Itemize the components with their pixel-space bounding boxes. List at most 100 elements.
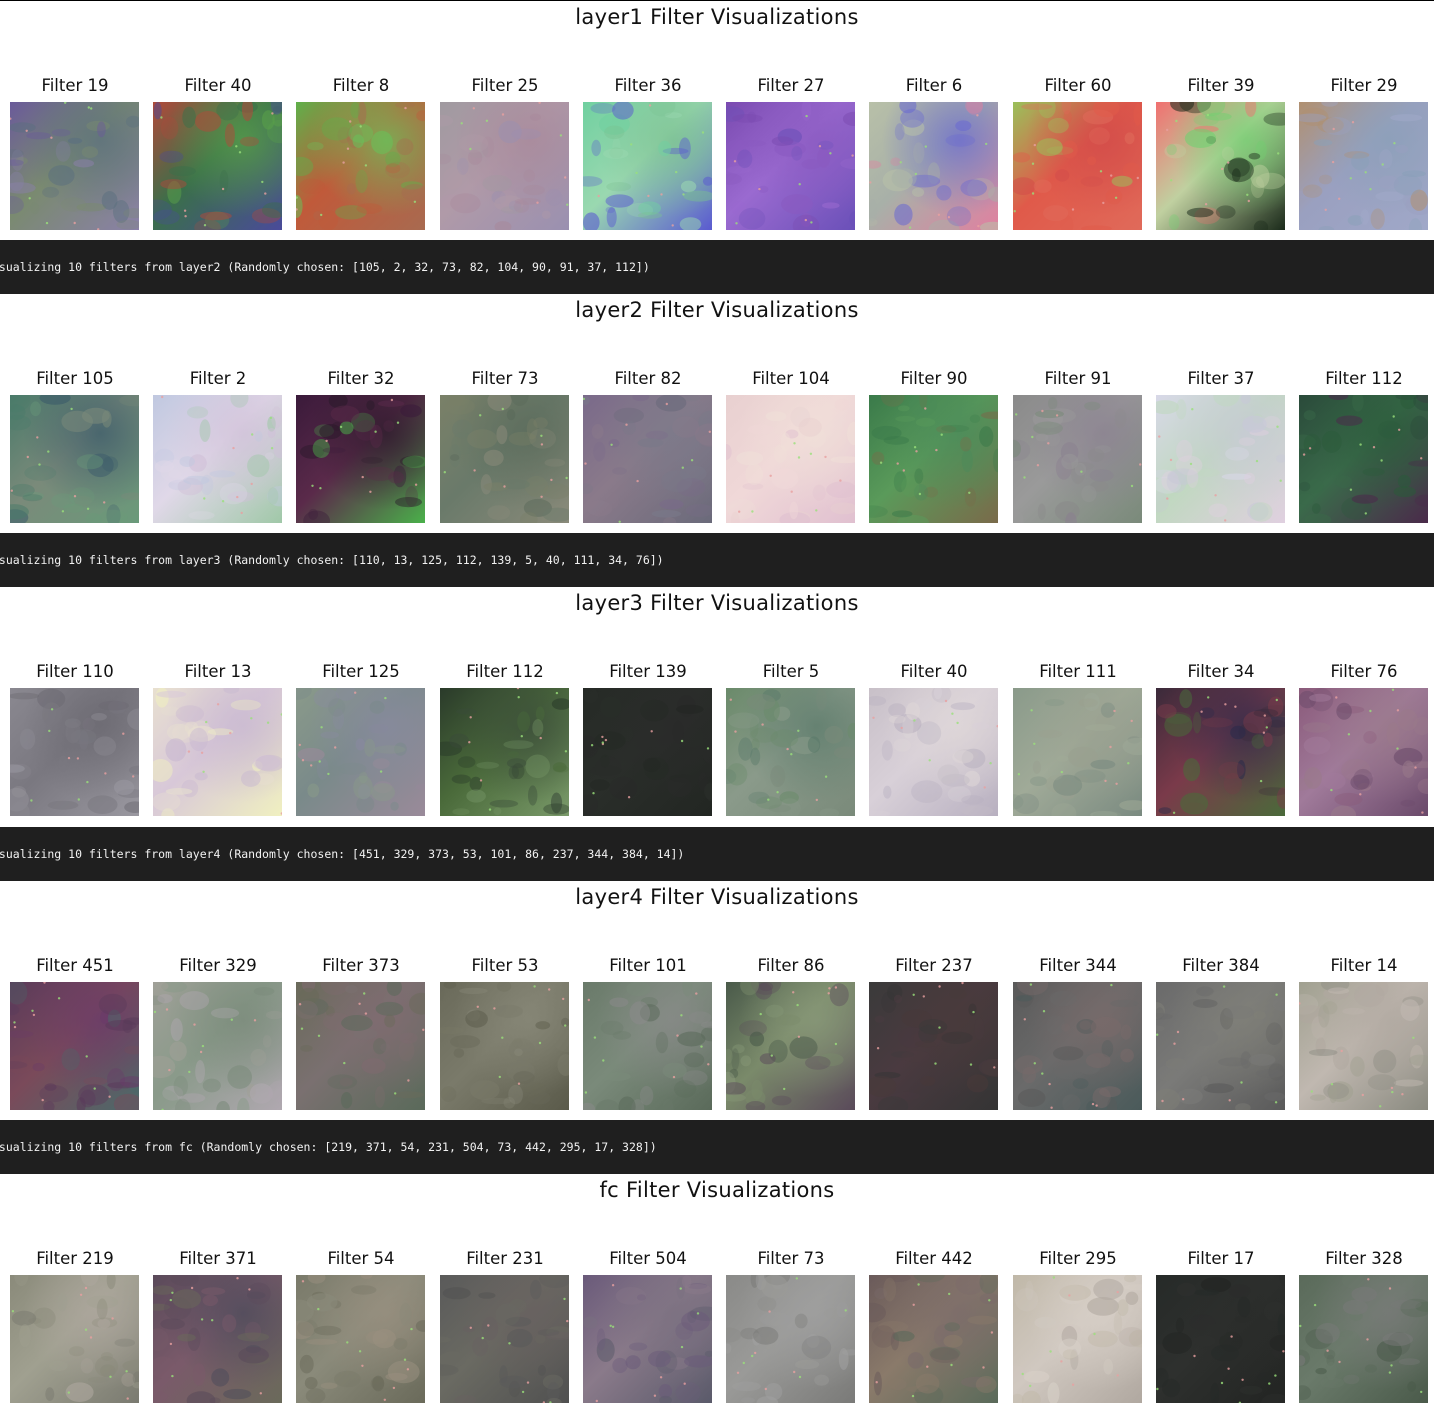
filter-tile: Filter 112 [1299, 367, 1429, 523]
filter-label: Filter 37 [1187, 369, 1255, 388]
filter-visualization-image [869, 982, 998, 1110]
filter-visualization-image [869, 1275, 998, 1403]
filter-tile: Filter 54 [296, 1247, 426, 1403]
filter-visualization-image [1299, 395, 1428, 523]
filter-label: Filter 139 [609, 662, 687, 681]
console-log-text: isualizing 10 filters from layer4 (Rando… [0, 847, 685, 861]
console-log-line: isualizing 10 filters from layer3 (Rando… [0, 533, 1434, 587]
console-log-line: isualizing 10 filters from layer4 (Rando… [0, 827, 1434, 881]
filter-label: Filter 231 [466, 1249, 544, 1268]
filter-label: Filter 32 [327, 369, 395, 388]
filter-tile: Filter 384 [1156, 954, 1286, 1110]
filter-tile: Filter 53 [440, 954, 570, 1110]
filter-label: Filter 34 [1187, 662, 1255, 681]
figure-title: layer2 Filter Visualizations [575, 298, 859, 322]
filter-figure: layer1 Filter Visualizations Filter 19 Fil… [0, 0, 1434, 240]
filter-label: Filter 60 [1044, 76, 1112, 95]
filter-visualization-image [10, 1275, 139, 1403]
console-log-text: isualizing 10 filters from layer3 (Rando… [0, 553, 664, 567]
filter-visualization-image [153, 688, 282, 816]
filter-label: Filter 17 [1187, 1249, 1255, 1268]
filter-label: Filter 19 [41, 76, 109, 95]
figure-title: layer3 Filter Visualizations [575, 591, 859, 615]
filter-label: Filter 451 [36, 956, 114, 975]
filter-visualization-image [726, 102, 855, 230]
filter-label: Filter 112 [1325, 369, 1403, 388]
filter-visualization-image [296, 1275, 425, 1403]
filter-tile: Filter 231 [440, 1247, 570, 1403]
filter-visualization-image [583, 1275, 712, 1403]
filter-tile: Filter 105 [10, 367, 140, 523]
filter-visualization-image [583, 688, 712, 816]
filter-tile: Filter 442 [869, 1247, 999, 1403]
filter-tile: Filter 8 [296, 74, 426, 230]
filter-figure: layer4 Filter Visualizations Filter 451 Fi… [0, 880, 1434, 1120]
console-log-line: isualizing 10 filters from fc (Randomly … [0, 1120, 1434, 1174]
filter-label: Filter 295 [1039, 1249, 1117, 1268]
filter-visualization-image [296, 688, 425, 816]
filter-label: Filter 371 [179, 1249, 257, 1268]
filter-label: Filter 110 [36, 662, 114, 681]
filter-tile: Filter 27 [726, 74, 856, 230]
filter-visualization-image [869, 102, 998, 230]
filter-visualization-image [1013, 982, 1142, 1110]
figure-title: fc Filter Visualizations [599, 1178, 835, 1202]
filter-label: Filter 27 [757, 76, 825, 95]
filter-tile: Filter 34 [1156, 660, 1286, 816]
filter-visualization-image [1013, 102, 1142, 230]
filter-tile: Filter 36 [583, 74, 713, 230]
filter-visualization-image [10, 688, 139, 816]
filter-visualization-image [1156, 102, 1285, 230]
filter-tile: Filter 13 [153, 660, 283, 816]
filter-visualization-image [296, 102, 425, 230]
filter-tile: Filter 5 [726, 660, 856, 816]
filter-visualization-image [1013, 688, 1142, 816]
filter-tile: Filter 25 [440, 74, 570, 230]
filter-label: Filter 14 [1330, 956, 1398, 975]
filter-tile: Filter 110 [10, 660, 140, 816]
filter-visualization-image [440, 1275, 569, 1403]
filter-label: Filter 328 [1325, 1249, 1403, 1268]
filter-tile: Filter 40 [869, 660, 999, 816]
filter-visualization-image [1156, 688, 1285, 816]
console-log-line: isualizing 10 filters from layer2 (Rando… [0, 240, 1434, 294]
filter-visualization-image [440, 102, 569, 230]
filter-visualization-image [10, 982, 139, 1110]
filter-tile: Filter 76 [1299, 660, 1429, 816]
filter-visualization-image [726, 1275, 855, 1403]
filter-visualization-image [1013, 395, 1142, 523]
filter-label: Filter 373 [322, 956, 400, 975]
filter-visualization-image [10, 102, 139, 230]
filter-label: Filter 25 [471, 76, 539, 95]
filter-tile: Filter 237 [869, 954, 999, 1110]
filter-label: Filter 125 [322, 662, 400, 681]
filter-visualization-image [153, 982, 282, 1110]
filter-tile: Filter 373 [296, 954, 426, 1110]
filter-label: Filter 6 [905, 76, 963, 95]
filter-label: Filter 82 [614, 369, 682, 388]
filter-tile: Filter 32 [296, 367, 426, 523]
filter-tile: Filter 90 [869, 367, 999, 523]
filter-tile: Filter 111 [1013, 660, 1143, 816]
filter-tile: Filter 14 [1299, 954, 1429, 1110]
filter-visualization-image [1299, 102, 1428, 230]
filter-label: Filter 104 [752, 369, 830, 388]
filter-tile: Filter 101 [583, 954, 713, 1110]
filter-tile: Filter 329 [153, 954, 283, 1110]
filter-visualization-image [1156, 1275, 1285, 1403]
filter-visualization-image [726, 688, 855, 816]
filter-label: Filter 111 [1039, 662, 1117, 681]
filter-visualization-image [153, 102, 282, 230]
filter-label: Filter 54 [327, 1249, 395, 1268]
filter-tile: Filter 86 [726, 954, 856, 1110]
filter-label: Filter 76 [1330, 662, 1398, 681]
figure-title: layer1 Filter Visualizations [575, 5, 859, 29]
filter-visualization-image [583, 982, 712, 1110]
filter-tile: Filter 37 [1156, 367, 1286, 523]
filter-label: Filter 105 [36, 369, 114, 388]
filter-visualization-image [1156, 395, 1285, 523]
filter-visualization-image [153, 1275, 282, 1403]
filter-tile: Filter 328 [1299, 1247, 1429, 1403]
filter-label: Filter 344 [1039, 956, 1117, 975]
filter-visualization-image [583, 395, 712, 523]
